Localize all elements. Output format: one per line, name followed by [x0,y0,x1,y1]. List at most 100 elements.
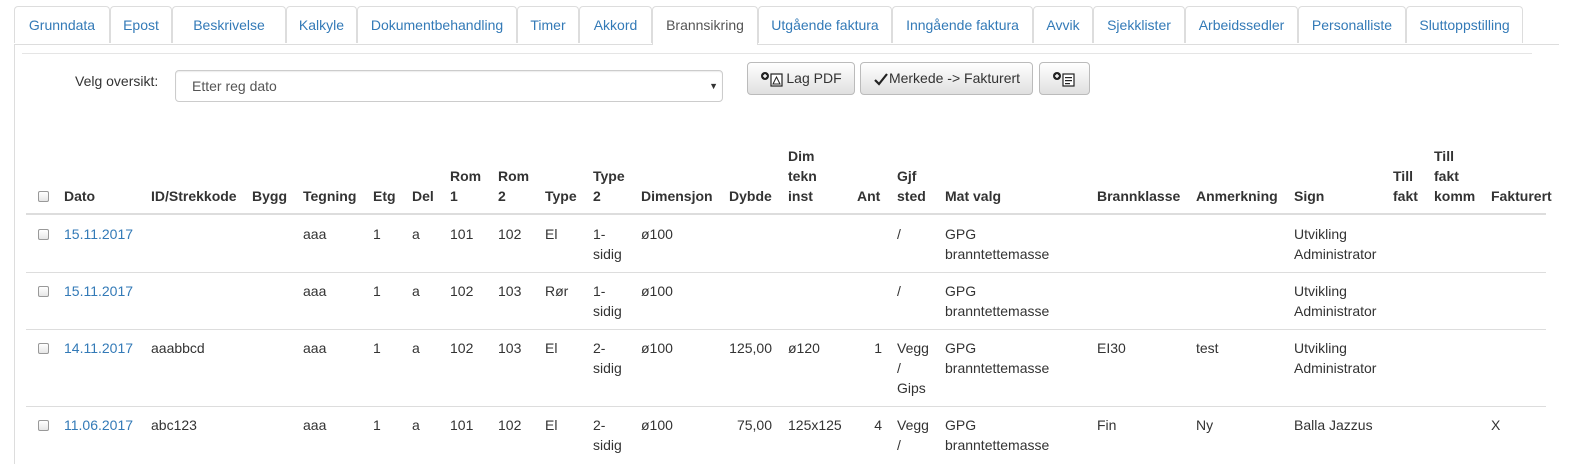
cell-rom2: 102 [498,226,522,242]
col-header-till-fakt[interactable]: Till [1393,166,1413,186]
cell-sign: Utvikling [1294,283,1347,299]
tab-bar: Grunndata Epost Beskrivelse Kalkyle Doku… [14,6,1559,45]
cell-sign: Utvikling [1294,226,1347,242]
cell-mat-valg: branntettemasse [945,437,1050,453]
row-checkbox[interactable] [38,420,49,431]
create-pdf-label: Lag PDF [786,70,842,86]
col-header-del[interactable]: Del [412,186,434,206]
col-header-rom1[interactable]: 1 [450,186,458,206]
cell-type2: sidig [593,246,622,262]
col-header-dybde[interactable]: Dybde [729,186,772,206]
tab-arbeidssedler[interactable]: Arbeidssedler [1185,6,1298,43]
add-document-button[interactable] [1039,62,1090,95]
col-header-dim-tekn-inst[interactable]: tekn [788,166,817,186]
col-header-till-fakt-komm[interactable]: komm [1434,186,1475,206]
col-header-bygg[interactable]: Bygg [252,186,287,206]
cell-tegning: aaa [303,340,327,356]
col-header-anmerkning[interactable]: Anmerkning [1196,186,1278,206]
row-checkbox[interactable] [38,343,49,354]
cell-gjf-sted: Vegg [897,417,929,433]
row-checkbox[interactable] [38,286,49,297]
cell-mat-valg: GPG [945,417,977,433]
col-header-type[interactable]: Type [545,186,577,206]
cell-del: a [412,226,420,242]
col-header-rom2[interactable]: 2 [498,186,506,206]
col-header-till-fakt-komm[interactable]: Till [1434,146,1454,166]
cell-brannklasse: EI30 [1097,340,1126,356]
col-header-dim-tekn-inst[interactable]: inst [788,186,813,206]
cell-rom1: 102 [450,283,474,299]
tab-inngaende-faktura[interactable]: Inngående faktura [892,6,1033,43]
tab-personalliste[interactable]: Personalliste [1298,6,1406,43]
cell-id: aaabbcd [151,340,205,356]
row-date-link[interactable]: 15.11.2017 [64,281,133,301]
col-header-dim-tekn-inst[interactable]: Dim [788,146,814,166]
col-header-id[interactable]: ID/Strekkode [151,186,237,206]
tab-timer[interactable]: Timer [517,6,579,43]
cell-etg: 1 [373,283,381,299]
tab-beskrivelse[interactable]: Beskrivelse [172,6,286,43]
col-header-till-fakt-komm[interactable]: fakt [1434,166,1459,186]
cell-type2: sidig [593,303,622,319]
cell-dimensjon: ø100 [641,340,673,356]
col-header-fakturert[interactable]: Fakturert [1491,186,1552,206]
tab-epost[interactable]: Epost [110,6,172,43]
cell-etg: 1 [373,226,381,242]
cell-mat-valg: branntettemasse [945,360,1050,376]
chevron-down-icon: ▼ [709,81,718,91]
cell-dybde: 75,00 [736,417,772,433]
row-checkbox[interactable] [38,229,49,240]
cell-dimensjon: ø100 [641,283,673,299]
mark-invoiced-button[interactable]: Merkede -> Fakturert [860,62,1033,95]
row-date-link[interactable]: 11.06.2017 [64,415,133,435]
cell-gjf-sted: / [897,437,901,453]
col-header-etg[interactable]: Etg [373,186,396,206]
create-pdf-button[interactable]: Lag PDF [747,62,855,95]
cell-mat-valg: GPG [945,340,977,356]
cell-mat-valg: GPG [945,283,977,299]
col-header-dimensjon[interactable]: Dimensjon [641,186,713,206]
cell-type2: sidig [593,437,622,453]
cell-sign: Administrator [1294,246,1377,262]
cell-tegning: aaa [303,283,327,299]
tab-avvik[interactable]: Avvik [1033,6,1093,43]
tab-sjekklister[interactable]: Sjekklister [1093,6,1185,43]
col-header-dato[interactable]: Dato [64,186,95,206]
col-header-sign[interactable]: Sign [1294,186,1324,206]
tab-utgaende-faktura[interactable]: Utgående faktura [758,6,892,43]
select-all-checkbox[interactable] [38,191,49,202]
row-divider [26,406,1546,407]
overview-select[interactable]: Etter reg dato ▼ [175,70,723,102]
table-header-divider [26,213,1546,215]
col-header-brannklasse[interactable]: Brannklasse [1097,186,1180,206]
overview-select-value: Etter reg dato [192,78,277,94]
tab-akkord[interactable]: Akkord [579,6,652,43]
tab-dokumentbehandling[interactable]: Dokumentbehandling [357,6,517,43]
tab-sluttoppstilling[interactable]: Sluttoppstilling [1406,6,1523,43]
cell-dimensjon: ø100 [641,226,673,242]
col-header-mat-valg[interactable]: Mat valg [945,186,1001,206]
col-header-tegning[interactable]: Tegning [303,186,356,206]
cell-type2: 1- [593,283,606,299]
cell-type2: sidig [593,360,622,376]
cell-rom1: 102 [450,340,474,356]
cell-gjf-sted: / [897,226,901,242]
tab-kalkyle[interactable]: Kalkyle [286,6,357,43]
row-divider [26,329,1546,330]
col-header-ant[interactable]: Ant [857,186,880,206]
cell-dim-tekn-inst: ø120 [788,340,820,356]
cell-mat-valg: GPG [945,226,977,242]
row-date-link[interactable]: 14.11.2017 [64,338,133,358]
row-date-link[interactable]: 15.11.2017 [64,224,133,244]
col-header-rom2[interactable]: Rom [498,166,529,186]
tab-brannsikring[interactable]: Brannsikring [652,6,758,45]
col-header-type2[interactable]: Type [593,166,625,186]
cell-mat-valg: branntettemasse [945,303,1050,319]
col-header-gjf-sted[interactable]: Gjf [897,166,916,186]
col-header-till-fakt[interactable]: fakt [1393,186,1418,206]
cell-anmerkning: test [1196,340,1219,356]
col-header-type2[interactable]: 2 [593,186,601,206]
col-header-rom1[interactable]: Rom [450,166,481,186]
tab-grunndata[interactable]: Grunndata [14,6,110,43]
col-header-gjf-sted[interactable]: sted [897,186,926,206]
